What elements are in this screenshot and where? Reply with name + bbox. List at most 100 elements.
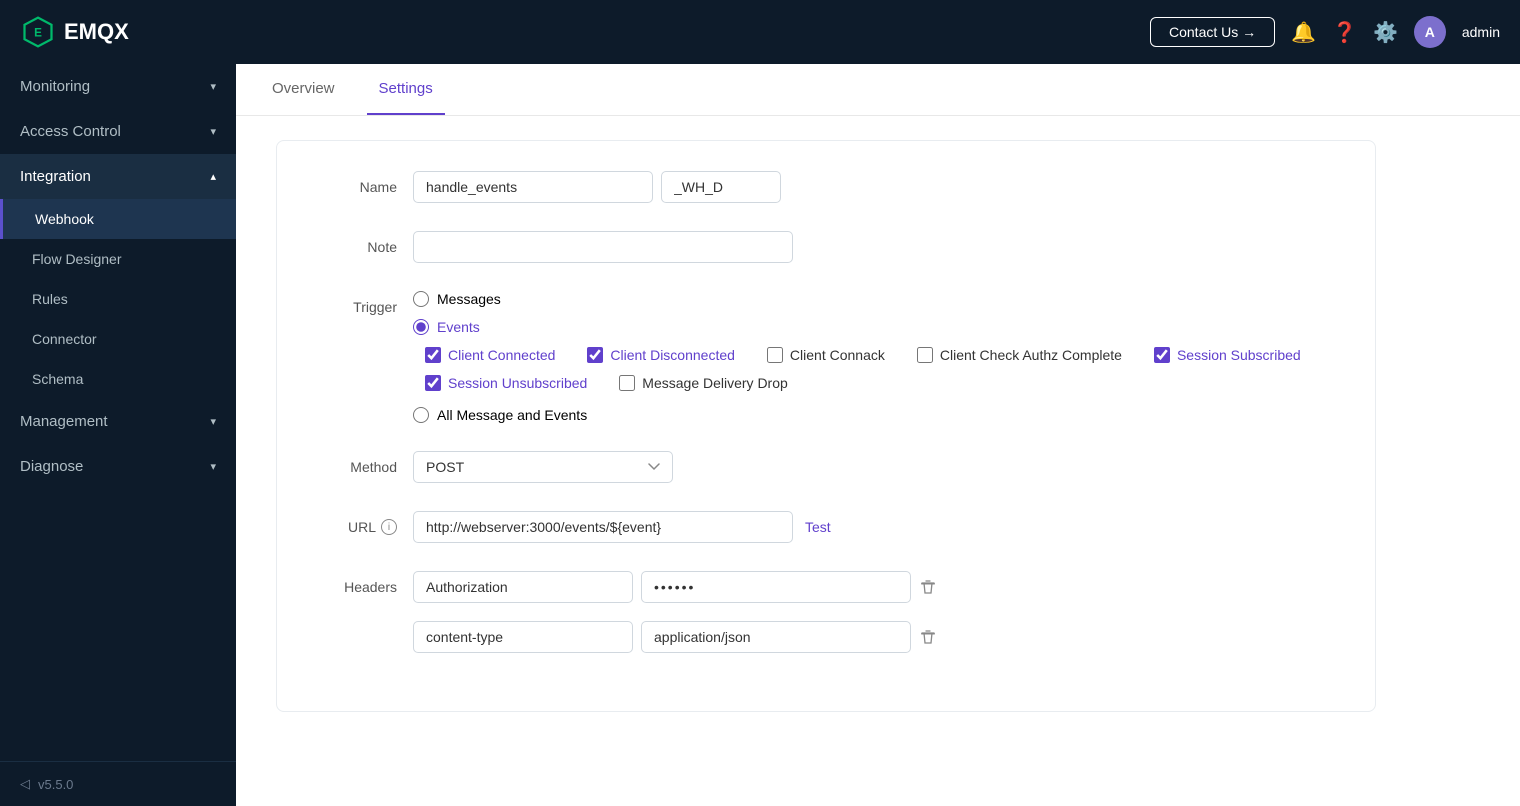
radio-all-messages-label: All Message and Events xyxy=(437,407,587,423)
chevron-down-icon: ▾ xyxy=(210,460,216,473)
url-row: URL i Test xyxy=(317,511,1335,543)
headers-controls xyxy=(413,571,1335,653)
contact-us-button[interactable]: Contact Us → xyxy=(1150,17,1275,47)
cb-message-delivery-drop-label: Message Delivery Drop xyxy=(642,375,788,391)
cb-client-connack[interactable]: Client Connack xyxy=(767,347,885,363)
header2-val-input[interactable] xyxy=(641,621,911,653)
radio-messages-input[interactable] xyxy=(413,291,429,307)
content-area: Overview Settings Name Note xyxy=(236,64,1520,806)
cb-client-connected-input[interactable] xyxy=(425,347,441,363)
trigger-label: Trigger xyxy=(317,291,397,315)
url-controls: Test xyxy=(413,511,1335,543)
name-suffix-input[interactable] xyxy=(661,171,781,203)
logo-text: EMQX xyxy=(64,19,129,45)
name-input[interactable] xyxy=(413,171,653,203)
note-row: Note xyxy=(317,231,1335,263)
sidebar-item-integration[interactable]: Integration ▴ xyxy=(0,154,236,199)
name-controls xyxy=(413,171,1335,203)
svg-text:E: E xyxy=(34,27,42,40)
sidebar-item-flow-designer[interactable]: Flow Designer xyxy=(0,239,236,279)
url-label-wrap: URL i xyxy=(317,511,397,535)
url-info-icon[interactable]: i xyxy=(381,519,397,535)
sidebar-item-monitoring[interactable]: Monitoring ▾ xyxy=(0,64,236,109)
sidebar: Monitoring ▾ Access Control ▾ Integratio… xyxy=(0,64,236,806)
sidebar-item-connector[interactable]: Connector xyxy=(0,319,236,359)
method-label: Method xyxy=(317,451,397,475)
avatar: A xyxy=(1414,16,1446,48)
note-label: Note xyxy=(317,231,397,255)
topbar: E EMQX Contact Us → 🔔 ❓ ⚙️ A admin xyxy=(0,0,1520,64)
url-label: URL xyxy=(348,519,376,535)
sidebar-item-access-control[interactable]: Access Control ▾ xyxy=(0,109,236,154)
tabs-bar: Overview Settings xyxy=(236,64,1520,116)
sidebar-item-rules[interactable]: Rules xyxy=(0,279,236,319)
header1-val-input[interactable] xyxy=(641,571,911,603)
name-label: Name xyxy=(317,171,397,195)
cb-session-unsubscribed-input[interactable] xyxy=(425,375,441,391)
radio-events-label: Events xyxy=(437,319,480,335)
header1-delete-icon[interactable] xyxy=(919,578,937,596)
note-controls xyxy=(413,231,1335,263)
cb-client-check-authz[interactable]: Client Check Authz Complete xyxy=(917,347,1122,363)
chevron-down-icon: ▾ xyxy=(210,125,216,138)
chevron-up-icon: ▴ xyxy=(210,170,216,183)
trigger-controls: Messages Events Client Connected xyxy=(413,291,1335,423)
events-checkboxes: Client Connected Client Disconnected Cli… xyxy=(421,347,1335,391)
collapse-icon[interactable]: ◁ xyxy=(20,776,30,792)
cb-client-check-authz-input[interactable] xyxy=(917,347,933,363)
settings-icon[interactable]: ⚙️ xyxy=(1373,20,1398,45)
form-area: Name Note Trigger xyxy=(236,116,1520,806)
note-input[interactable] xyxy=(413,231,793,263)
sidebar-footer: ◁ v5.5.0 xyxy=(0,761,236,806)
cb-session-subscribed[interactable]: Session Subscribed xyxy=(1154,347,1301,363)
method-row: Method POST GET PUT DELETE xyxy=(317,451,1335,483)
notifications-icon[interactable]: 🔔 xyxy=(1291,20,1316,45)
method-controls: POST GET PUT DELETE xyxy=(413,451,1335,483)
form-card: Name Note Trigger xyxy=(276,140,1376,712)
headers-row: Headers xyxy=(317,571,1335,653)
cb-client-check-authz-label: Client Check Authz Complete xyxy=(940,347,1122,363)
sidebar-item-diagnose[interactable]: Diagnose ▾ xyxy=(0,444,236,489)
sidebar-item-schema[interactable]: Schema xyxy=(0,359,236,399)
sidebar-item-management[interactable]: Management ▾ xyxy=(0,399,236,444)
tab-settings[interactable]: Settings xyxy=(367,64,445,115)
sidebar-item-webhook[interactable]: Webhook xyxy=(0,199,236,239)
header2-delete-icon[interactable] xyxy=(919,628,937,646)
admin-label: admin xyxy=(1462,24,1500,40)
cb-client-connack-input[interactable] xyxy=(767,347,783,363)
header-row-1 xyxy=(413,571,937,603)
radio-messages-label: Messages xyxy=(437,291,501,307)
cb-client-connected-label: Client Connected xyxy=(448,347,555,363)
chevron-down-icon: ▾ xyxy=(210,415,216,428)
url-input[interactable] xyxy=(413,511,793,543)
radio-events-input[interactable] xyxy=(413,319,429,335)
cb-session-subscribed-label: Session Subscribed xyxy=(1177,347,1301,363)
header2-key-input[interactable] xyxy=(413,621,633,653)
cb-message-delivery-drop[interactable]: Message Delivery Drop xyxy=(619,375,788,391)
cb-client-connected[interactable]: Client Connected xyxy=(425,347,555,363)
logo: E EMQX xyxy=(20,14,129,50)
cb-client-disconnected-label: Client Disconnected xyxy=(610,347,735,363)
cb-client-disconnected-input[interactable] xyxy=(587,347,603,363)
topbar-right: Contact Us → 🔔 ❓ ⚙️ A admin xyxy=(1150,16,1500,48)
cb-session-unsubscribed-label: Session Unsubscribed xyxy=(448,375,587,391)
chevron-down-icon: ▾ xyxy=(210,80,216,93)
radio-messages-option[interactable]: Messages xyxy=(413,291,1335,307)
cb-session-unsubscribed[interactable]: Session Unsubscribed xyxy=(425,375,587,391)
cb-client-disconnected[interactable]: Client Disconnected xyxy=(587,347,735,363)
header1-key-input[interactable] xyxy=(413,571,633,603)
trigger-row: Trigger Messages Events xyxy=(317,291,1335,423)
tab-overview[interactable]: Overview xyxy=(260,64,347,115)
method-select[interactable]: POST GET PUT DELETE xyxy=(413,451,673,483)
radio-all-messages-input[interactable] xyxy=(413,407,429,423)
test-button[interactable]: Test xyxy=(801,519,835,535)
headers-label: Headers xyxy=(317,571,397,595)
version-label: v5.5.0 xyxy=(38,777,73,792)
cb-message-delivery-drop-input[interactable] xyxy=(619,375,635,391)
radio-events-option[interactable]: Events xyxy=(413,319,1335,335)
help-icon[interactable]: ❓ xyxy=(1332,20,1357,45)
cb-session-subscribed-input[interactable] xyxy=(1154,347,1170,363)
radio-all-messages-option[interactable]: All Message and Events xyxy=(413,407,1335,423)
name-row: Name xyxy=(317,171,1335,203)
header-row-2 xyxy=(413,621,937,653)
